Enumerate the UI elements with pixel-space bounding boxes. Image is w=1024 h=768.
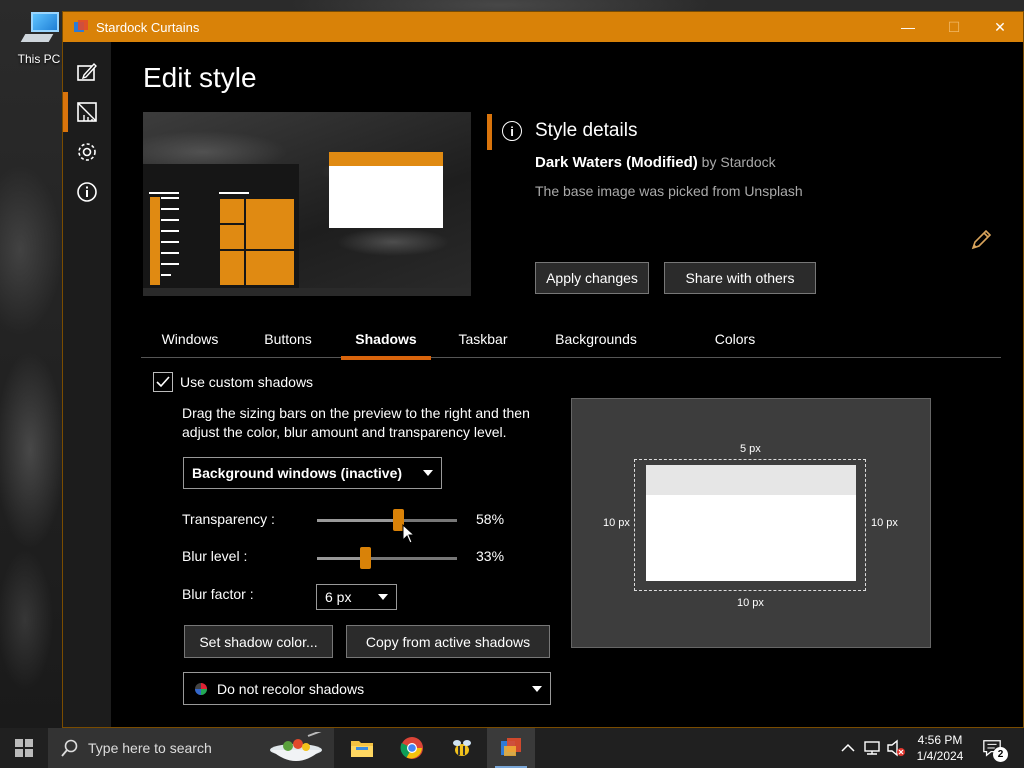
chevron-down-icon: [532, 685, 542, 692]
start-button[interactable]: [0, 728, 48, 768]
close-button[interactable]: ✕: [977, 12, 1023, 42]
shadow-bottom-size: 10 px: [737, 597, 764, 609]
shadow-preview-window-titlebar: [646, 465, 856, 495]
style-name-line: Dark Waters (Modified) by Stardock: [535, 154, 776, 171]
chrome-icon: [400, 737, 423, 759]
recolor-shadows-value: Do not recolor shadows: [217, 680, 365, 697]
instructions-line-1: Drag the sizing bars on the preview to t…: [182, 405, 530, 421]
blur-factor-select[interactable]: 6 px: [316, 584, 397, 610]
tab-taskbar[interactable]: Taskbar: [435, 320, 531, 358]
shadow-target-value: Background windows (inactive): [192, 465, 403, 481]
shadow-target-select[interactable]: Background windows (inactive): [183, 457, 442, 489]
tab-colors[interactable]: Colors: [671, 320, 799, 358]
windows-start-icon: [15, 739, 33, 757]
blur-factor-label: Blur factor :: [182, 586, 254, 602]
color-wheel-icon: [195, 682, 207, 695]
tab-bar: Windows Buttons Shadows Taskbar Backgrou…: [141, 320, 1001, 360]
style-description: The base image was picked from Unsplash: [535, 183, 803, 199]
food-bowl-icon: [270, 732, 322, 761]
sidebar-item-styles[interactable]: [63, 92, 111, 132]
set-shadow-color-button[interactable]: Set shadow color...: [184, 625, 333, 658]
curtains-window: Stardock Curtains — ☐ ✕ Edit style i Sty…: [62, 11, 1024, 728]
transparency-slider[interactable]: [317, 509, 457, 531]
info-icon: [77, 182, 97, 202]
tab-buttons[interactable]: Buttons: [239, 320, 337, 358]
style-preview-image: [143, 112, 471, 296]
taskbar-chrome[interactable]: [388, 728, 436, 768]
preview-list: [150, 197, 160, 285]
copy-from-active-shadows-button[interactable]: Copy from active shadows: [346, 625, 550, 658]
tab-shadows[interactable]: Shadows: [341, 320, 431, 360]
clock-time: 4:56 PM: [917, 733, 963, 747]
use-custom-shadows-checkbox[interactable]: [153, 372, 173, 392]
shadow-preview-window: [646, 465, 856, 581]
desktop-icon-this-pc[interactable]: This PC: [12, 8, 66, 66]
main-content: Edit style i Style details Dark Waters (…: [111, 42, 1023, 727]
blur-level-label: Blur level :: [182, 548, 248, 564]
details-heading: Style details: [535, 120, 638, 141]
volume-muted-icon[interactable]: [886, 738, 906, 758]
sidebar-item-settings[interactable]: [63, 132, 111, 172]
shadow-left-size: 10 px: [603, 517, 630, 529]
recolor-shadows-select[interactable]: Do not recolor shadows: [183, 672, 551, 705]
taskbar-curtains[interactable]: [487, 728, 535, 768]
window-title: Stardock Curtains: [96, 19, 200, 35]
preview-window: [329, 152, 443, 228]
shadow-top-size: 5 px: [740, 443, 761, 455]
blur-level-value: 33%: [476, 548, 505, 564]
taskbar-clock[interactable]: 4:56 PM 1/4/2024: [916, 732, 964, 764]
file-explorer-icon: [351, 741, 373, 757]
curtains-app-icon: [74, 20, 88, 34]
sidebar: [63, 42, 111, 727]
shadow-size-preview: 5 px 10 px 10 px 10 px: [571, 398, 931, 648]
shadow-right-size: 10 px: [871, 517, 898, 529]
search-placeholder: Type here to search: [88, 740, 212, 756]
chevron-up-icon[interactable]: [838, 738, 858, 758]
style-name: Dark Waters (Modified): [535, 154, 698, 171]
sidebar-item-edit[interactable]: [63, 52, 111, 92]
blur-level-slider-thumb[interactable]: [360, 547, 371, 569]
style-author: by Stardock: [697, 154, 776, 170]
apply-changes-button[interactable]: Apply changes: [535, 262, 649, 294]
use-custom-shadows-label[interactable]: Use custom shadows: [180, 374, 313, 390]
page-title: Edit style: [143, 62, 257, 93]
curtains-app-icon: [501, 738, 521, 756]
chevron-down-icon: [378, 594, 388, 600]
clock-date: 1/4/2024: [916, 749, 964, 763]
checkmark-icon: [156, 376, 170, 388]
desktop-icon-label: This PC: [17, 52, 61, 66]
maximize-button[interactable]: ☐: [931, 12, 977, 42]
chevron-down-icon: [423, 470, 433, 476]
sidebar-item-about[interactable]: [63, 172, 111, 212]
curtains-style-icon: [77, 102, 97, 122]
details-accent-bar: [487, 114, 492, 150]
blur-factor-value: 6 px: [325, 589, 352, 605]
network-icon[interactable]: [862, 738, 882, 758]
mouse-cursor-icon: [402, 524, 416, 544]
search-icon: [61, 739, 78, 757]
instructions-line-2: adjust the color, blur amount and transp…: [182, 424, 507, 440]
taskbar-search-box[interactable]: Type here to search: [48, 728, 334, 768]
minimize-button[interactable]: —: [885, 12, 931, 42]
settings-gear-icon: [78, 143, 96, 161]
this-pc-icon: [19, 8, 59, 48]
taskbar-file-explorer[interactable]: [338, 728, 386, 768]
transparency-value: 58%: [476, 511, 505, 527]
taskbar: Type here to search 4:56 PM 1/4/2024: [0, 728, 1024, 768]
notification-count-badge: 2: [993, 747, 1008, 762]
title-bar[interactable]: Stardock Curtains — ☐ ✕: [63, 12, 1023, 42]
transparency-label: Transparency :: [182, 511, 275, 527]
bee-app-icon: [453, 740, 471, 756]
details-info-icon: i: [502, 121, 522, 141]
preview-taskbar: [143, 288, 471, 296]
tab-windows[interactable]: Windows: [141, 320, 239, 358]
blur-level-slider[interactable]: [317, 547, 457, 569]
tab-backgrounds[interactable]: Backgrounds: [531, 320, 661, 358]
taskbar-bee-app[interactable]: [438, 728, 486, 768]
edit-style-icon: [77, 62, 97, 81]
share-with-others-button[interactable]: Share with others: [664, 262, 816, 294]
pencil-icon[interactable]: [969, 228, 993, 252]
